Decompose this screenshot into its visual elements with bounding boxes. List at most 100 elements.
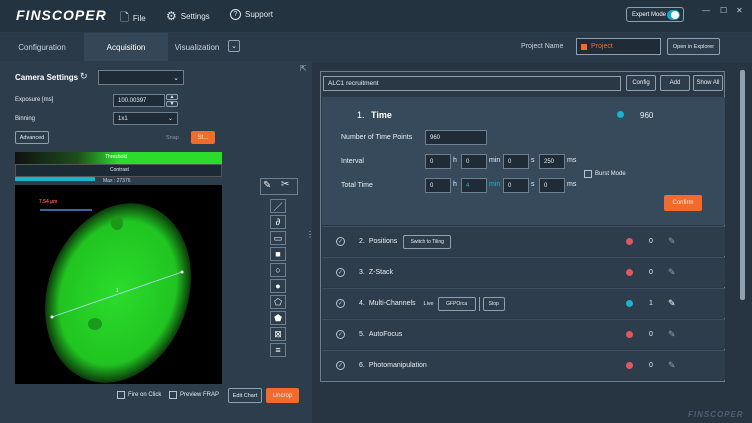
freehand-tool-icon[interactable]: ∂ <box>270 215 286 229</box>
step-index: 6. <box>359 362 365 369</box>
pencil-icon[interactable]: ✎ <box>263 180 271 191</box>
interval-min-input[interactable]: 0 <box>461 154 487 169</box>
check-circle-icon: ✓ <box>336 299 345 308</box>
scrollbar-thumb[interactable] <box>740 70 745 300</box>
step-autofocus[interactable]: ✓ 5. AutoFocus 0 ✎ <box>322 319 725 349</box>
camera-image[interactable] <box>15 185 222 384</box>
step-photomanipulation[interactable]: ✓ 6. Photomanipulation 0 ✎ <box>322 350 725 380</box>
step-title: Positions <box>368 238 398 245</box>
contrast-range-bar[interactable] <box>15 177 95 181</box>
fire-on-click-checkbox[interactable]: Fire on Click <box>117 391 161 399</box>
time-points-input[interactable]: 960 <box>425 130 487 145</box>
preview-frap-label: Preview FRAP <box>180 392 220 398</box>
exposure-input[interactable]: 100.00397 <box>113 94 165 107</box>
exposure-down-icon[interactable]: ▼ <box>166 101 178 107</box>
divider <box>478 296 480 311</box>
close-icon[interactable]: ✕ <box>736 6 743 15</box>
show-all-button[interactable]: Show All <box>693 75 723 91</box>
snap-button[interactable]: Snap <box>166 135 179 141</box>
minimize-icon[interactable]: — <box>702 6 710 15</box>
chevron-down-icon[interactable]: ⌄ <box>228 40 240 52</box>
start-button[interactable]: St... <box>191 131 215 144</box>
time-points-label: Number of Time Points <box>341 134 413 141</box>
checkbox-icon <box>117 391 125 399</box>
file-menu[interactable]: 🗋 File <box>120 9 146 28</box>
stop-button[interactable]: Stop <box>482 296 505 311</box>
pencil-icon[interactable]: ✎ <box>668 360 676 371</box>
total-ms-input[interactable]: 0 <box>539 178 565 193</box>
tab-visualization[interactable]: Visualization <box>168 33 226 61</box>
interval-sec-input[interactable]: 0 <box>503 154 529 169</box>
file-label: File <box>132 14 146 23</box>
expert-mode-toggle[interactable]: Expert Mode <box>626 7 684 22</box>
tab-configuration[interactable]: Configuration <box>0 33 84 61</box>
config-button[interactable]: Config <box>626 75 656 91</box>
step-multi-channels[interactable]: ✓ 4. Multi-Channels Live GFPOrca Stop 1 … <box>322 288 725 318</box>
roi-handle[interactable] <box>50 315 54 319</box>
gear-icon: ⚙ <box>166 9 177 23</box>
filled-circle-tool-icon[interactable]: ● <box>270 279 286 293</box>
filled-polygon-tool-icon[interactable]: ⬟ <box>270 311 286 325</box>
cell-nucleus <box>45 203 191 383</box>
clear-roi-icon[interactable]: ⊠ <box>270 327 286 341</box>
camera-select[interactable]: ⌄ <box>98 70 184 85</box>
maximize-icon[interactable]: ☐ <box>720 6 727 15</box>
exposure-label: Exposure [ms] <box>15 97 54 103</box>
rectangle-tool-icon[interactable]: ▭ <box>270 231 286 245</box>
edit-chart-button[interactable]: Edit Chart <box>228 388 262 403</box>
tab-acquisition[interactable]: Acquisition <box>84 33 168 61</box>
step-index: 3. <box>359 269 365 276</box>
total-min-input[interactable]: 4 <box>461 178 487 193</box>
pencil-icon[interactable]: ✎ <box>668 267 676 278</box>
advanced-button[interactable]: Advanced <box>15 131 49 144</box>
exposure-up-icon[interactable]: ▲ <box>166 94 178 100</box>
scissors-icon[interactable]: ✂ <box>281 179 289 190</box>
step-status-dot <box>626 300 633 307</box>
check-circle-icon: ✓ <box>336 268 345 277</box>
polygon-tool-icon[interactable]: ⬠ <box>270 295 286 309</box>
fill-roi-icon[interactable]: ≡ <box>270 343 286 357</box>
total-hours-input[interactable]: 0 <box>425 178 451 193</box>
binning-select[interactable]: 1x1 ⌄ <box>113 112 178 125</box>
interval-label: Interval <box>341 158 364 165</box>
confirm-button[interactable]: Confirm <box>664 195 702 211</box>
step-positions[interactable]: ✓ 2. Positions Switch to Tiling 0 ✎ <box>322 226 725 256</box>
roi-handle[interactable] <box>180 270 184 274</box>
add-button[interactable]: Add <box>660 75 690 91</box>
burst-mode-checkbox[interactable]: Burst Mode <box>584 170 626 178</box>
check-circle-icon: ✓ <box>336 330 345 339</box>
step-status-dot <box>626 362 633 369</box>
interval-hours-input[interactable]: 0 <box>425 154 451 169</box>
settings-menu[interactable]: ⚙ Settings <box>166 9 210 23</box>
checkbox-icon <box>584 170 592 178</box>
nucleus-spot <box>88 318 102 330</box>
line-tool-icon[interactable]: ／ <box>270 199 286 213</box>
file-icon: 🗋 <box>120 12 129 24</box>
circle-tool-icon[interactable]: ○ <box>270 263 286 277</box>
expand-icon[interactable]: ⇱ <box>300 64 307 73</box>
experiment-name-input[interactable]: ALC1 recruitment <box>323 76 621 91</box>
switch-to-tiling-button[interactable]: Switch to Tiling <box>403 234 452 249</box>
refresh-icon[interactable]: ↻ <box>80 71 88 82</box>
uncrop-button[interactable]: Uncrop <box>266 388 299 403</box>
step-status-dot <box>626 269 633 276</box>
nucleus-spot <box>111 216 123 230</box>
pencil-icon[interactable]: ✎ <box>668 329 676 340</box>
total-sec-input[interactable]: 0 <box>503 178 529 193</box>
app-logo: FINSCOPER <box>16 7 107 23</box>
step-title: Photomanipulation <box>368 362 427 369</box>
project-name-field[interactable]: Project <box>576 38 661 55</box>
support-menu[interactable]: ? Support <box>230 9 273 20</box>
pencil-icon[interactable]: ✎ <box>668 298 676 309</box>
preview-frap-checkbox[interactable]: Preview FRAP <box>169 391 219 399</box>
open-in-explorer-button[interactable]: Open in Explorer <box>667 38 720 55</box>
burst-mode-label: Burst Mode <box>595 171 626 177</box>
check-circle-icon: ✓ <box>336 237 345 246</box>
step-count: 0 <box>649 362 653 369</box>
pencil-icon[interactable]: ✎ <box>668 236 676 247</box>
checkbox-icon <box>169 391 177 399</box>
channel-gfporca-button[interactable]: GFPOrca <box>437 296 476 311</box>
step-z-stack[interactable]: ✓ 3. Z-Stack 0 ✎ <box>322 257 725 287</box>
filled-rectangle-tool-icon[interactable]: ■ <box>270 247 286 261</box>
interval-ms-input[interactable]: 250 <box>539 154 565 169</box>
